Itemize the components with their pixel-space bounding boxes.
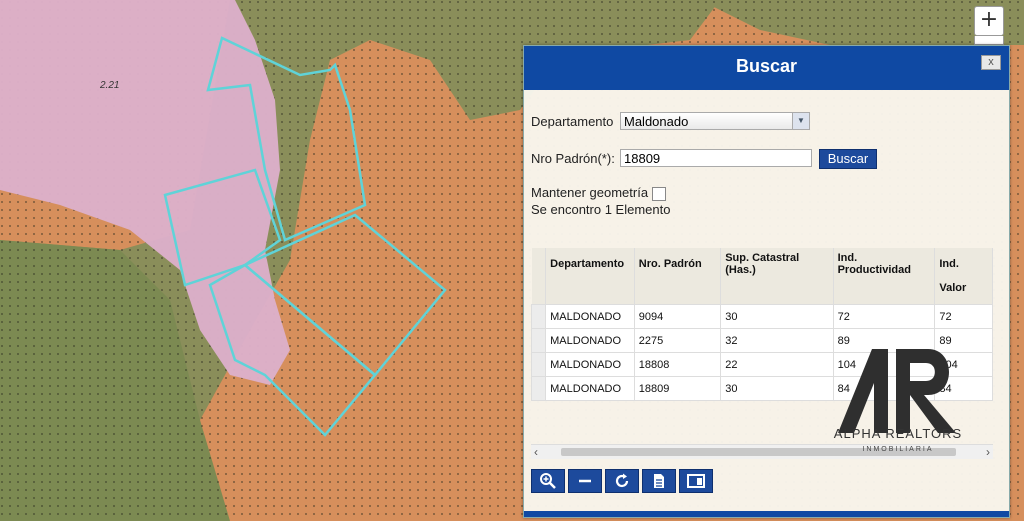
watermark-name: ALPHA REALTORS [833,426,963,441]
departamento-label: Departamento [531,114,614,129]
departamento-value: Maldonado [624,114,689,129]
zoom-to-icon[interactable] [531,469,565,493]
row-selector[interactable] [531,376,547,401]
column-header[interactable]: Nro. Padrón [634,248,722,305]
mantener-geometria-row: Mantener geometría [531,185,667,201]
table-cell: MALDONADO [545,304,635,329]
table-row[interactable]: MALDONADO 9094 30 72 72 [531,304,993,329]
watermark-subtitle: INMOBILIARIA [862,446,934,453]
zoom-out-button[interactable] [974,36,1004,45]
table-header-row: Departamento Nro. Padrón Sup. Catastral … [531,248,993,305]
row-selector[interactable] [531,304,547,329]
dialog-toolbar [531,469,716,493]
document-icon[interactable] [642,469,676,493]
table-cell: 18808 [633,352,722,377]
zoom-in-button[interactable]: + [974,6,1004,36]
table-cell: 72 [832,304,936,329]
row-selector[interactable] [531,352,547,377]
table-cell: MALDONADO [545,328,635,353]
padron-input[interactable]: 18809 [620,149,812,167]
table-cell: 32 [720,328,834,353]
scroll-left-icon[interactable]: ‹ [534,445,538,459]
table-cell: 9094 [633,304,722,329]
column-header[interactable]: Sup. Catastral (Has.) [720,248,834,305]
row-selector[interactable] [531,328,547,353]
table-cell: 30 [720,304,834,329]
dialog-footer-bar [524,511,1009,517]
table-cell: MALDONADO [545,376,635,401]
table-cell: 30 [720,376,834,401]
parcel-label: 2.21 [100,80,120,91]
table-cell: 72 [934,304,993,329]
result-count: Se encontro 1 Elemento [531,202,671,217]
dialog-header[interactable]: Buscar x [524,46,1009,90]
mantener-geometria-checkbox[interactable] [652,186,667,201]
departamento-select[interactable]: Maldonado ▼ [620,112,810,130]
dialog-title: Buscar [735,56,798,76]
scroll-right-icon[interactable]: › [986,445,990,459]
table-cell: MALDONADO [545,352,635,377]
chevron-down-icon[interactable]: ▼ [792,113,809,129]
select-column-header [531,248,547,305]
padron-label: Nro Padrón(*): [531,151,615,166]
table-cell: 22 [720,352,834,377]
search-button[interactable]: Buscar [819,149,877,169]
column-header[interactable]: Ind. Productividad [833,248,936,305]
column-header[interactable]: Ind. Valor [934,248,993,305]
panel-icon[interactable] [679,469,713,493]
mantener-geometria-label: Mantener geometría [531,185,649,200]
minus-icon[interactable] [568,469,602,493]
refresh-icon[interactable] [605,469,639,493]
close-button[interactable]: x [981,55,1001,70]
table-cell: 2275 [633,328,722,353]
table-cell: 18809 [633,376,722,401]
column-header[interactable]: Departamento [545,248,635,305]
